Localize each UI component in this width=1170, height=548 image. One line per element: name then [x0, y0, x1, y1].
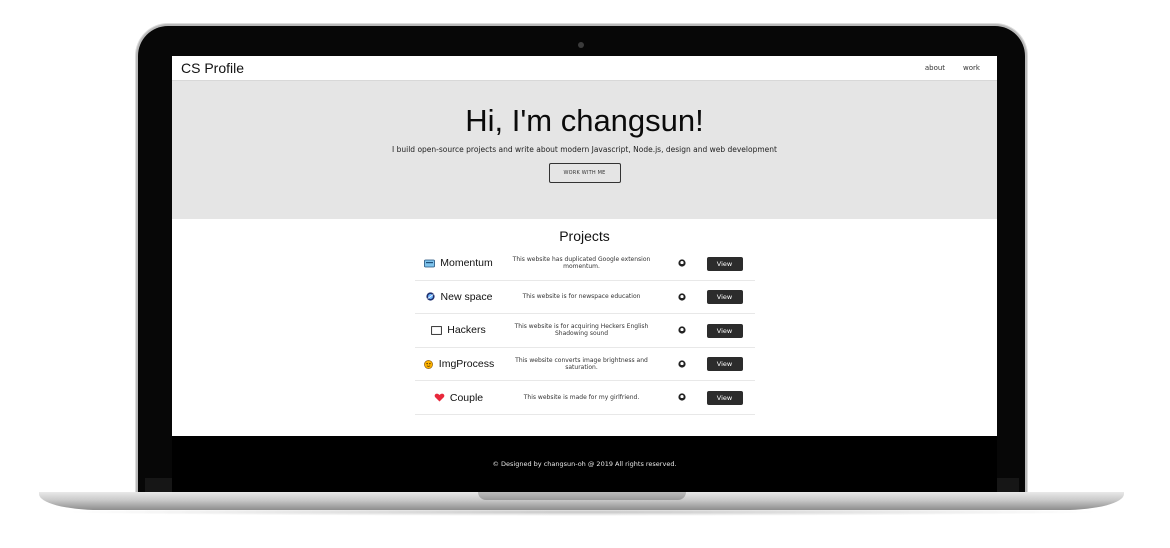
footer-copyright: © Designed by changsun-oh @ 2019 All rig… — [492, 460, 677, 468]
github-icon[interactable] — [677, 393, 686, 401]
project-name: Couple — [449, 391, 484, 404]
work-with-me-button[interactable]: WORK WITH ME — [548, 163, 621, 183]
nav-links: about work — [925, 64, 988, 72]
navbar: CS Profile about work — [172, 56, 997, 81]
project-description: This website has duplicated Google exten… — [512, 256, 651, 271]
imgprocess-icon — [423, 359, 433, 369]
nav-link-about[interactable]: about — [925, 64, 945, 72]
project-row-couple: Couple This website is made for my girlf… — [414, 381, 755, 415]
camera-icon — [578, 42, 584, 48]
project-description: This website is for newspace education — [522, 293, 641, 301]
github-icon[interactable] — [677, 292, 686, 301]
couple-heart-icon — [434, 393, 445, 402]
hero-section: Hi, I'm changsun! I build open-source pr… — [172, 81, 997, 219]
nav-link-work[interactable]: work — [963, 64, 980, 72]
project-title: Hackers — [415, 314, 503, 347]
laptop-hinge-left — [145, 478, 173, 492]
hero-title: Hi, I'm changsun! — [465, 103, 704, 138]
github-icon[interactable] — [677, 326, 686, 334]
project-name: ImgProcess — [438, 358, 495, 371]
view-button[interactable]: View — [706, 390, 743, 405]
project-title: Momentum — [415, 247, 503, 280]
project-title: Couple — [415, 381, 503, 414]
project-title: New space — [415, 281, 503, 314]
project-list: Momentum This website has duplicated Goo… — [414, 247, 755, 415]
newspace-icon — [425, 292, 435, 301]
project-title: ImgProcess — [415, 348, 503, 381]
hero-subtitle: I build open-source projects and write a… — [392, 145, 777, 154]
view-button[interactable]: View — [706, 323, 743, 338]
projects-heading: Projects — [559, 228, 610, 244]
view-button[interactable]: View — [706, 256, 743, 271]
project-description: This website is for acquiring Heckers En… — [514, 323, 649, 338]
project-row-imgprocess: ImgProcess This website converts image b… — [414, 348, 755, 382]
project-description: This website is made for my girlfriend. — [523, 394, 640, 402]
project-row-new-space: New space This website is for newspace e… — [414, 281, 755, 315]
laptop-base-notch — [478, 492, 686, 500]
project-row-momentum: Momentum This website has duplicated Goo… — [414, 247, 755, 281]
github-icon[interactable] — [677, 259, 686, 267]
brand-logo[interactable]: CS Profile — [181, 60, 244, 76]
website-screen: CS Profile about work Hi, I'm changsun! … — [172, 56, 997, 436]
projects-section: Projects Momentum This website has dupli… — [172, 219, 997, 415]
project-name: Momentum — [440, 257, 493, 270]
view-button[interactable]: View — [706, 290, 743, 305]
github-icon[interactable] — [677, 360, 686, 368]
hackers-icon — [431, 326, 443, 335]
project-name: Hackers — [447, 324, 486, 337]
laptop-hinge-right — [997, 478, 1019, 492]
project-row-hackers: Hackers This website is for acquiring He… — [414, 314, 755, 348]
project-description: This website converts image brightness a… — [515, 357, 648, 372]
footer: © Designed by changsun-oh @ 2019 All rig… — [172, 436, 997, 492]
project-name: New space — [440, 290, 493, 303]
view-button[interactable]: View — [706, 357, 743, 372]
momentum-icon — [424, 259, 436, 268]
